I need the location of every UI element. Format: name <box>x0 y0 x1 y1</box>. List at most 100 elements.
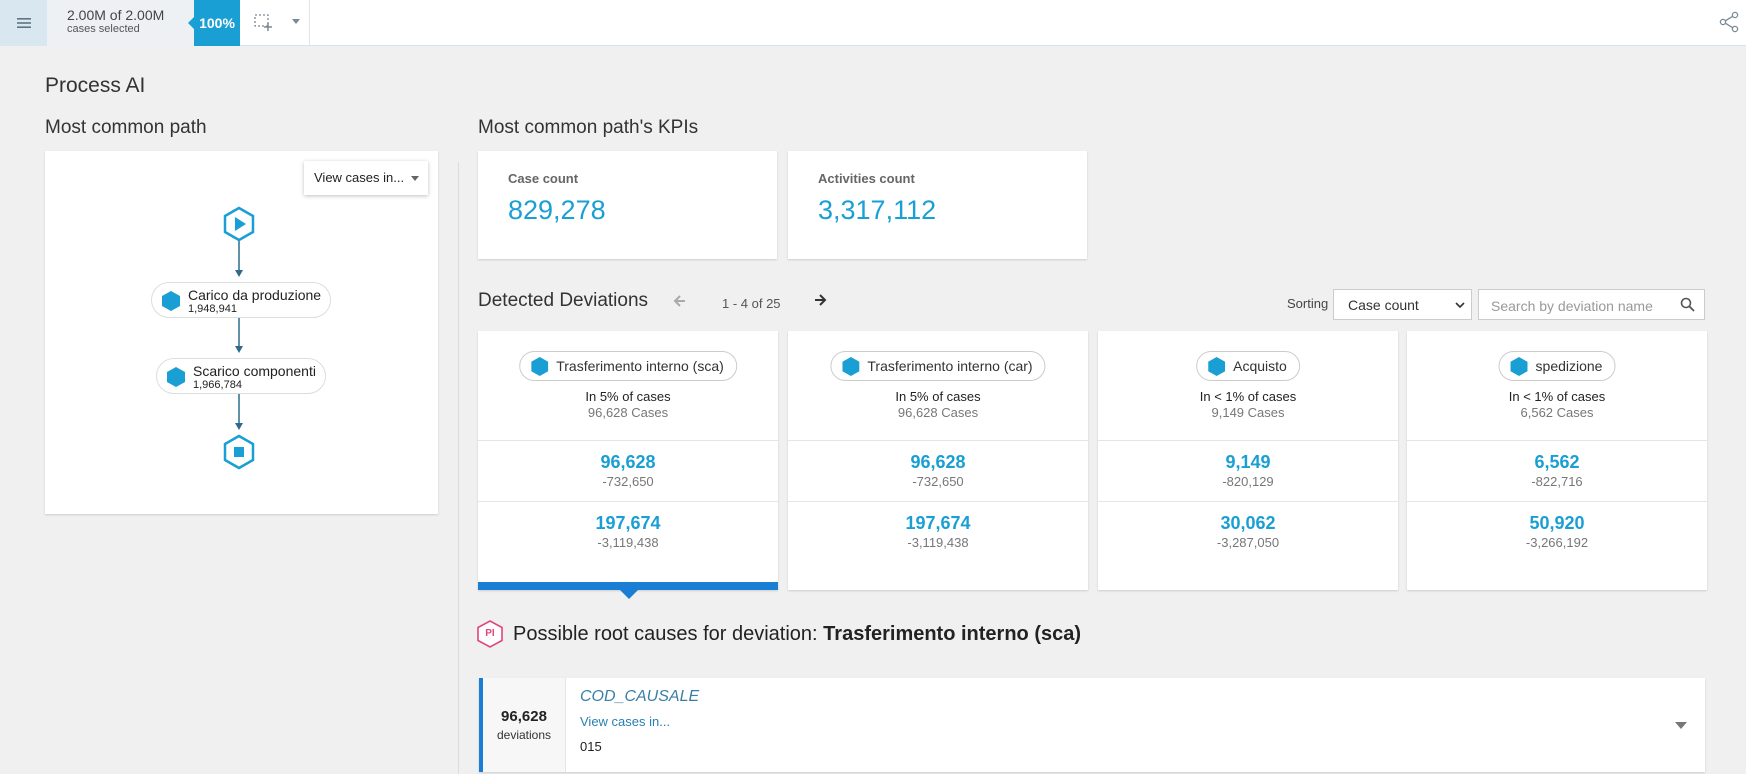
chevron-down-icon[interactable] <box>292 19 300 24</box>
deviation-name: Acquisto <box>1233 358 1287 374</box>
view-cases-label: View cases in... <box>314 170 405 185</box>
root-cause-count: 96,628 <box>501 708 547 725</box>
divider <box>788 501 1088 502</box>
deviation-percent: In < 1% of cases <box>1508 389 1606 404</box>
deviation-chip: Acquisto <box>1196 351 1300 381</box>
divider <box>1407 501 1707 502</box>
root-cause-count-box: 96,628 deviations <box>483 678 566 772</box>
deviation-percent: In 5% of cases <box>895 389 981 404</box>
kpi-value: 829,278 <box>508 195 606 225</box>
divider <box>478 501 778 502</box>
root-causes-prefix: Possible root causes for deviation: <box>513 623 818 645</box>
activity-hexagon-icon <box>162 291 180 311</box>
activities-count-diff: -3,119,438 <box>597 535 659 550</box>
view-cases-dropdown[interactable]: View cases in... <box>304 161 428 195</box>
divider <box>478 440 778 441</box>
sorting-value: Case count <box>1348 297 1419 313</box>
divider <box>1098 440 1398 441</box>
activity-hexagon-icon <box>167 367 185 387</box>
root-cause-attribute: COD_CAUSALE <box>580 688 700 705</box>
activity-hexagon-icon <box>842 357 860 376</box>
deviation-chip: Trasferimento interno (sca) <box>519 351 737 381</box>
hamburger-icon <box>16 18 31 28</box>
path-node[interactable]: Scarico componenti 1,966,784 <box>156 358 326 394</box>
node-name: Carico da produzione <box>188 287 322 303</box>
activity-hexagon-icon <box>1208 357 1226 376</box>
activities-count-diff: -3,119,438 <box>907 535 969 550</box>
end-node-icon[interactable] <box>222 434 256 470</box>
selection-count: 2.00M of 2.00M <box>67 7 165 23</box>
activities-count-diff: -3,266,192 <box>1525 535 1589 550</box>
sorting-label: Sorting <box>1287 296 1329 311</box>
case-count-value: 96,628 <box>600 452 656 472</box>
node-name: Scarico componenti <box>193 363 316 379</box>
selected-card-pointer <box>620 590 638 599</box>
chevron-down-icon <box>1455 302 1465 309</box>
case-count-diff: -822,716 <box>1531 474 1583 489</box>
start-node-icon[interactable] <box>222 206 256 242</box>
deviation-cases: 96,628 Cases <box>897 405 979 420</box>
selection-label: cases selected <box>67 23 140 35</box>
section-divider <box>458 162 459 774</box>
selection-summary[interactable]: 2.00M of 2.00M cases selected <box>47 0 194 46</box>
kpi-card-case-count: Case count 829,278 <box>478 151 777 259</box>
detected-deviations-title: Detected Deviations <box>478 290 649 311</box>
kpi-card-activities-count: Activities count 3,317,112 <box>788 151 1087 259</box>
kpi-label: Case count <box>508 171 579 186</box>
kpi-label: Activities count <box>818 171 915 186</box>
case-count-diff: -820,129 <box>1222 474 1274 489</box>
toolbar-divider <box>309 0 310 46</box>
deviation-card[interactable]: Trasferimento interno (car) In 5% of cas… <box>788 331 1088 590</box>
process-intelligence-badge: PI <box>476 620 504 648</box>
share-icon[interactable] <box>1718 11 1740 33</box>
divider <box>1098 501 1398 502</box>
previous-page-button[interactable] <box>673 294 687 313</box>
deviation-name: Trasferimento interno (car) <box>867 358 1033 374</box>
deviation-percent: In < 1% of cases <box>1199 389 1297 404</box>
activities-count-value: 50,920 <box>1529 513 1585 533</box>
deviation-cases: 6,562 Cases <box>1520 405 1594 420</box>
add-selection-icon[interactable] <box>253 12 273 32</box>
activity-hexagon-icon <box>1510 357 1528 376</box>
deviation-card[interactable]: Acquisto In < 1% of cases 9,149 Cases 9,… <box>1098 331 1398 590</box>
page-title: Process AI <box>45 74 146 97</box>
kpi-section-title: Most common path's KPIs <box>478 117 699 138</box>
view-cases-link[interactable]: View cases in... <box>580 714 670 729</box>
deviation-cases: 96,628 Cases <box>587 405 669 420</box>
arrow-right-icon <box>815 294 827 306</box>
deviation-card[interactable]: spedizione In < 1% of cases 6,562 Cases … <box>1407 331 1707 590</box>
divider <box>788 440 1088 441</box>
case-count-diff: -732,650 <box>602 474 654 489</box>
arrow-left-icon <box>673 295 685 307</box>
case-count-diff: -732,650 <box>912 474 964 489</box>
sorting-select[interactable]: Case count <box>1333 289 1472 320</box>
search-icon[interactable] <box>1680 297 1695 312</box>
deviation-card[interactable]: Trasferimento interno (sca) In 5% of cas… <box>478 331 778 590</box>
root-cause-value: 015 <box>580 739 602 754</box>
root-causes-title: Possible root causes for deviation: Tras… <box>513 623 1081 646</box>
activities-count-value: 197,674 <box>595 513 661 533</box>
activities-count-value: 30,062 <box>1220 513 1276 533</box>
deviation-search-input[interactable]: Search by deviation name <box>1478 289 1705 320</box>
path-card: Carico da produzione 1,948,941 Scarico c… <box>45 151 438 514</box>
deviation-percent: In 5% of cases <box>585 389 671 404</box>
root-cause-item[interactable]: 96,628 deviations COD_CAUSALE View cases… <box>479 678 1705 772</box>
case-count-value: 96,628 <box>910 452 966 472</box>
case-count-value: 6,562 <box>1534 452 1580 472</box>
pi-badge-text: PI <box>485 628 495 639</box>
node-count: 1,948,941 <box>188 303 237 315</box>
deviation-chip: spedizione <box>1498 351 1616 381</box>
activities-count-value: 197,674 <box>905 513 971 533</box>
path-node[interactable]: Carico da produzione 1,948,941 <box>151 282 331 318</box>
divider <box>1407 440 1707 441</box>
hamburger-menu-button[interactable] <box>0 0 47 46</box>
root-cause-count-label: deviations <box>496 728 552 742</box>
node-count: 1,966,784 <box>193 379 242 391</box>
deviation-name: Trasferimento interno (sca) <box>556 358 724 374</box>
next-page-button[interactable] <box>813 293 827 312</box>
kpi-value: 3,317,112 <box>818 195 937 225</box>
deviation-cases: 9,149 Cases <box>1211 405 1285 420</box>
expand-chevron-icon[interactable] <box>1675 722 1687 729</box>
chevron-down-icon <box>411 176 419 181</box>
activities-count-diff: -3,287,050 <box>1216 535 1280 550</box>
